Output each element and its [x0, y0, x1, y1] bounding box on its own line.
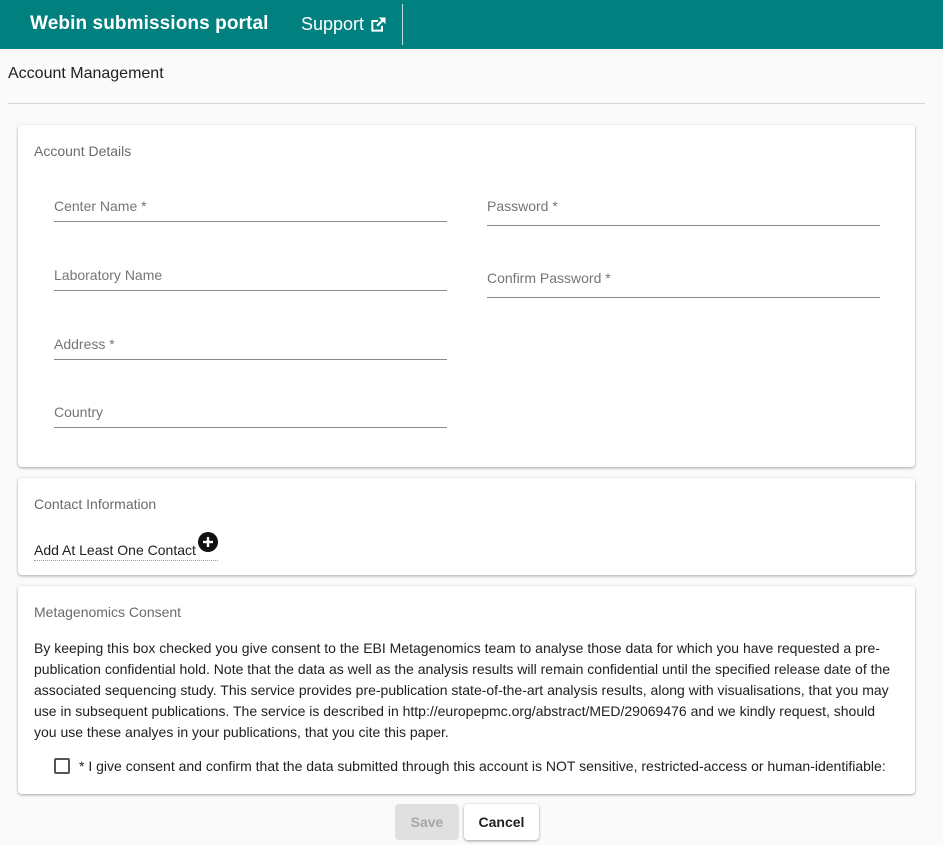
add-contact-label: Add At Least One Contact	[34, 542, 196, 558]
external-link-icon	[371, 17, 386, 32]
center-name-input[interactable]	[54, 198, 447, 221]
metagenomics-consent-title: Metagenomics Consent	[34, 604, 182, 620]
add-contact-button[interactable]: Add At Least One Contact	[34, 532, 218, 561]
plus-circle-icon	[197, 532, 218, 552]
confirm-password-field[interactable]: Confirm Password *	[487, 270, 880, 298]
consent-checkbox[interactable]	[54, 758, 70, 774]
account-details-title: Account Details	[34, 143, 132, 159]
contact-information-title: Contact Information	[34, 496, 157, 512]
country-input[interactable]	[54, 404, 447, 427]
support-link[interactable]: Support	[301, 14, 388, 35]
brand-title[interactable]: Webin submissions portal	[30, 13, 269, 35]
password-field[interactable]: Password *	[487, 198, 880, 226]
confirm-password-input[interactable]	[487, 270, 880, 297]
save-button[interactable]: Save	[395, 804, 459, 840]
consent-description: By keeping this box checked you give con…	[34, 640, 891, 740]
laboratory-name-input[interactable]	[54, 267, 447, 290]
support-label: Support	[301, 14, 365, 34]
country-field[interactable]: Country	[54, 404, 447, 428]
address-field[interactable]: Address *	[54, 336, 447, 360]
top-navigation-bar: Webin submissions portal Support	[0, 0, 943, 49]
center-name-field[interactable]: Center Name *	[54, 198, 447, 222]
consent-checkbox-label: * I give consent and confirm that the da…	[79, 758, 886, 774]
title-divider	[8, 103, 925, 104]
account-details-card: Account Details Center Name * Laboratory…	[18, 125, 915, 467]
consent-checkbox-row[interactable]: * I give consent and confirm that the da…	[54, 758, 886, 774]
password-input[interactable]	[487, 198, 880, 225]
metagenomics-consent-card: Metagenomics Consent By keeping this box…	[18, 586, 915, 794]
contact-information-card: Contact Information Add At Least One Con…	[18, 478, 915, 575]
page-title: Account Management	[8, 65, 164, 82]
nav-divider	[402, 4, 403, 45]
address-input[interactable]	[54, 336, 447, 359]
cancel-button[interactable]: Cancel	[464, 804, 539, 840]
laboratory-name-field[interactable]: Laboratory Name	[54, 267, 447, 291]
